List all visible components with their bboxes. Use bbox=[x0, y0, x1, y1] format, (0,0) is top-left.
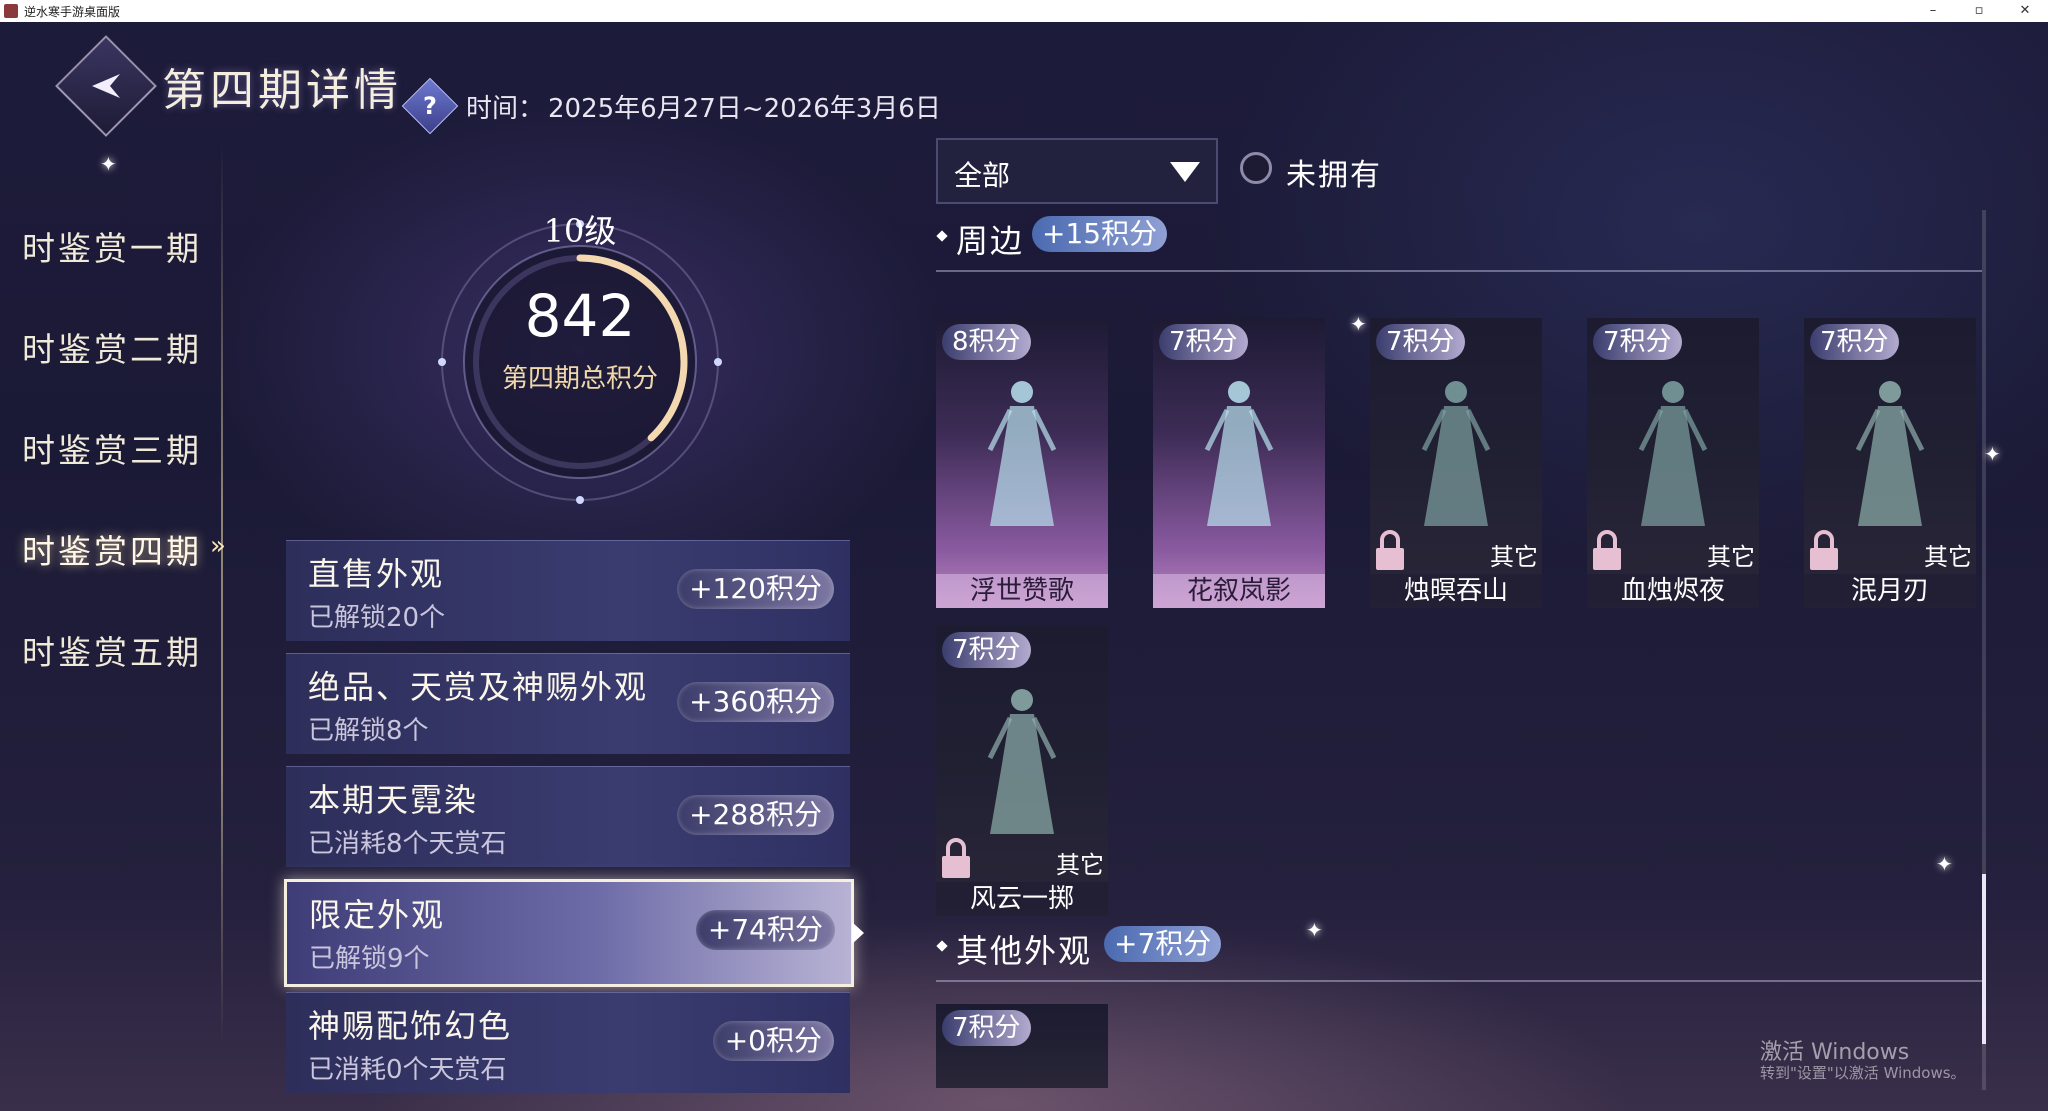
bullet-icon bbox=[936, 940, 948, 952]
chevron-down-icon bbox=[1170, 162, 1200, 182]
card-points-badge: 7积分 bbox=[1376, 324, 1465, 360]
total-score: 842 bbox=[524, 282, 636, 350]
card-points-badge: 8积分 bbox=[942, 324, 1031, 360]
window-titlebar: 逆水寒手游桌面版 – ▫ ✕ bbox=[0, 0, 2048, 22]
card-source-tag: 其它 bbox=[1056, 851, 1104, 879]
character-figure-icon bbox=[1204, 381, 1274, 526]
lock-icon bbox=[1593, 530, 1621, 570]
category-points-badge: +120积分 bbox=[677, 569, 834, 609]
active-indicator-icon: » bbox=[210, 531, 226, 561]
sparkle-icon: ✦ bbox=[100, 152, 117, 176]
back-arrow-icon bbox=[92, 74, 120, 98]
nav-item-period-1[interactable]: 时鉴赏一期 bbox=[22, 222, 202, 270]
not-owned-radio[interactable] bbox=[1240, 152, 1272, 184]
card-name: 血烛烬夜 bbox=[1587, 574, 1759, 608]
back-button[interactable] bbox=[55, 35, 157, 137]
time-label: 时间： bbox=[466, 94, 545, 124]
help-icon[interactable]: ? bbox=[401, 77, 459, 135]
filter-dropdown[interactable]: 全部 bbox=[936, 138, 1218, 204]
card-source-tag: 其它 bbox=[1490, 543, 1538, 571]
appearance-card[interactable]: 7积分花叙岚影 bbox=[1153, 318, 1325, 608]
category-item[interactable]: 绝品、天赏及神赐外观已解锁8个 +360积分 bbox=[286, 653, 850, 754]
sparkle-icon: ✦ bbox=[1350, 312, 1367, 336]
category-title: 直售外观 bbox=[308, 555, 445, 593]
nav-divider bbox=[221, 142, 223, 1042]
window-title: 逆水寒手游桌面版 bbox=[24, 4, 121, 19]
lock-icon bbox=[942, 838, 970, 878]
nav-item-period-5[interactable]: 时鉴赏五期 bbox=[22, 626, 202, 674]
card-points-badge: 7积分 bbox=[1593, 324, 1682, 360]
category-points-badge: +360积分 bbox=[677, 682, 834, 722]
section-divider bbox=[936, 270, 1982, 272]
category-subtitle: 已解锁20个 bbox=[308, 603, 446, 633]
character-figure-icon bbox=[987, 689, 1057, 834]
category-points-badge: +0积分 bbox=[712, 1021, 834, 1061]
appearance-card[interactable]: 7积分其它血烛烬夜 bbox=[1587, 318, 1759, 608]
character-figure-icon bbox=[1855, 381, 1925, 526]
category-item[interactable]: 本期天霓染已消耗8个天赏石 +288积分 bbox=[286, 766, 850, 867]
card-name: 花叙岚影 bbox=[1153, 574, 1325, 608]
category-subtitle: 已解锁9个 bbox=[309, 944, 430, 974]
not-owned-label[interactable]: 未拥有 bbox=[1286, 150, 1382, 194]
windows-activation-hint: 转到"设置"以激活 Windows。 bbox=[1760, 1064, 1966, 1082]
filter-dropdown-value: 全部 bbox=[954, 159, 1011, 192]
sparkle-icon: ✦ bbox=[1936, 852, 1953, 876]
scrollbar-thumb[interactable] bbox=[1982, 874, 1986, 1044]
category-title: 本期天霓染 bbox=[308, 781, 479, 819]
bullet-icon bbox=[936, 230, 948, 242]
character-figure-icon bbox=[987, 381, 1057, 526]
lock-icon bbox=[1810, 530, 1838, 570]
sparkle-icon: ✦ bbox=[1984, 442, 2001, 466]
game-screen: 第四期详情 ? 时间： 2025年6月27日~2026年3月6日 时鉴赏一期 时… bbox=[0, 22, 2048, 1111]
lock-icon bbox=[1376, 530, 1404, 570]
category-title: 绝品、天赏及神赐外观 bbox=[308, 668, 649, 706]
card-name: 泯月刃 bbox=[1804, 574, 1976, 608]
category-title: 限定外观 bbox=[309, 896, 446, 934]
category-subtitle: 已消耗8个天赏石 bbox=[308, 829, 507, 859]
section-points-badge: +15积分 bbox=[1032, 216, 1168, 252]
character-figure-icon bbox=[1638, 381, 1708, 526]
card-source-tag: 其它 bbox=[1707, 543, 1755, 571]
appearance-card[interactable]: 8积分浮世赞歌 bbox=[936, 318, 1108, 608]
time-value: 2025年6月27日~2026年3月6日 bbox=[548, 94, 941, 124]
card-source-tag: 其它 bbox=[1924, 543, 1972, 571]
section-title: 其他外观 bbox=[956, 932, 1093, 970]
appearance-card[interactable]: 7积分其它风云一掷 bbox=[936, 626, 1108, 916]
section-points-badge: +7积分 bbox=[1104, 926, 1222, 962]
category-item[interactable]: 神赐配饰幻色已消耗0个天赏石 +0积分 bbox=[286, 992, 850, 1093]
appearance-card[interactable]: 7积分其它烛暝吞山 bbox=[1370, 318, 1542, 608]
category-title: 神赐配饰幻色 bbox=[308, 1007, 513, 1045]
nav-item-period-2[interactable]: 时鉴赏二期 bbox=[22, 323, 202, 371]
section-title: 周边 bbox=[956, 222, 1025, 260]
category-item[interactable]: 直售外观已解锁20个 +120积分 bbox=[286, 540, 850, 641]
section-divider bbox=[936, 980, 1982, 982]
card-name: 烛暝吞山 bbox=[1370, 574, 1542, 608]
card-name: 风云一掷 bbox=[936, 882, 1108, 916]
minimize-button[interactable]: – bbox=[1910, 0, 1956, 22]
app-icon bbox=[4, 4, 18, 18]
category-subtitle: 已消耗0个天赏石 bbox=[308, 1055, 507, 1085]
card-name: 浮世赞歌 bbox=[936, 574, 1108, 608]
category-points-badge: +74积分 bbox=[695, 910, 835, 950]
card-points-badge: 7积分 bbox=[1810, 324, 1899, 360]
nav-item-period-3[interactable]: 时鉴赏三期 bbox=[22, 424, 202, 472]
maximize-button[interactable]: ▫ bbox=[1956, 0, 2002, 22]
character-figure-icon bbox=[1421, 381, 1491, 526]
total-score-label: 第四期总积分 bbox=[501, 364, 658, 394]
page-title: 第四期详情 bbox=[162, 65, 402, 116]
category-points-badge: +288积分 bbox=[677, 795, 834, 835]
card-points-badge: 7积分 bbox=[1159, 324, 1248, 360]
card-points-badge: 7积分 bbox=[942, 1010, 1031, 1046]
close-button[interactable]: ✕ bbox=[2002, 0, 2048, 22]
appearance-card[interactable]: 7积分其它泯月刃 bbox=[1804, 318, 1976, 608]
category-subtitle: 已解锁8个 bbox=[308, 716, 429, 746]
appearance-card[interactable]: 7积分 bbox=[936, 1004, 1108, 1088]
card-points-badge: 7积分 bbox=[942, 632, 1031, 668]
nav-item-period-4[interactable]: 时鉴赏四期 bbox=[22, 525, 202, 573]
selected-pointer-icon bbox=[852, 922, 864, 944]
category-item[interactable]: 限定外观已解锁9个 +74积分 bbox=[284, 879, 854, 987]
level-label: 10级 bbox=[543, 212, 617, 250]
sparkle-icon: ✦ bbox=[1306, 918, 1323, 942]
